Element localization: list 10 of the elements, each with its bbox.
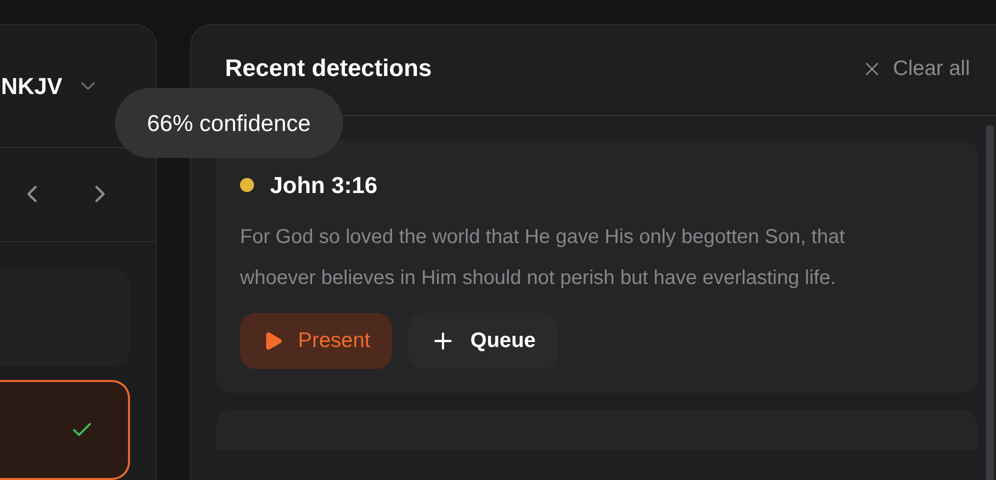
verse-text: For God so loved the world that He gave His only begotten Son, that whoever believes in Him should not perish but have everlasting life. [240,224,846,290]
present-button[interactable]: Present [240,312,392,368]
version-dropdown[interactable]: NKJV [1,69,100,104]
panel-title: Recent detections [225,54,432,84]
confidence-tooltip: 66% confidence [115,88,343,158]
clear-all-button[interactable]: Clear all [860,53,970,85]
verse-reference: John 3:16 [270,171,378,200]
queue-button[interactable]: Queue [408,312,558,368]
slide-card[interactable] [0,380,130,480]
scrollbar[interactable] [986,125,994,480]
